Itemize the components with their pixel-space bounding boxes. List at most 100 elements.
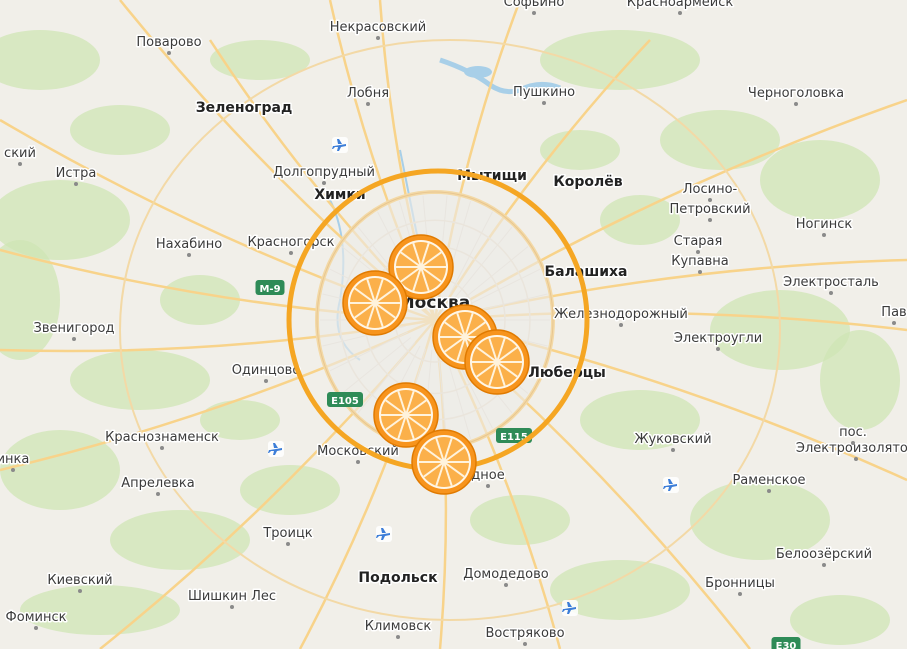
place-label: Апрелевка: [121, 476, 194, 491]
town-dot: [156, 492, 160, 496]
place-label: Красногорск: [247, 235, 334, 250]
town-dot: [716, 347, 720, 351]
airport-icon-zhukovsky[interactable]: [663, 477, 679, 493]
town-dot: [708, 198, 712, 202]
svg-text:M-9: M-9: [259, 284, 280, 295]
map-canvas[interactable]: M-9E105E115E30 Софьино КрасноармейскПовар…: [0, 0, 907, 649]
town-dot: [822, 563, 826, 567]
town-dot: [72, 337, 76, 341]
airport-icon-ostafyevo[interactable]: [376, 526, 392, 542]
place-label: Подольск: [358, 570, 438, 586]
orange-slice-marker[interactable]: [342, 270, 408, 336]
place-label: Жуковский: [634, 432, 711, 447]
place-label: Черноголовка: [748, 86, 844, 101]
town-dot: [18, 162, 22, 166]
town-dot: [286, 542, 290, 546]
place-label: инка: [0, 452, 29, 467]
place-label: Некрасовский: [330, 20, 427, 35]
place-label: Востряково: [485, 626, 564, 641]
town-dot: [167, 51, 171, 55]
place-label: ский: [4, 146, 36, 161]
airport-icon-sheremetyevo[interactable]: [332, 137, 348, 153]
place-label: Петровский: [669, 202, 750, 217]
town-dot: [822, 233, 826, 237]
place-label: Купавна: [671, 254, 729, 269]
town-dot: [698, 270, 702, 274]
town-dot: [892, 321, 896, 325]
town-dot: [678, 11, 682, 15]
place-label: Троицк: [262, 526, 312, 541]
town-dot: [366, 102, 370, 106]
place-label: пос.: [839, 425, 867, 440]
place-label: Королёв: [553, 174, 622, 190]
place-label: Пав: [881, 305, 906, 320]
town-dot: [708, 218, 712, 222]
place-label: Краснознаменск: [105, 430, 219, 445]
town-dot: [322, 181, 326, 185]
place-label: дное: [471, 468, 504, 483]
place-label: Фоминск: [6, 610, 67, 625]
place-label: Пушкино: [513, 85, 575, 100]
place-label: Железнодорожный: [554, 307, 688, 322]
place-label: Звенигород: [34, 321, 115, 336]
town-dot: [356, 460, 360, 464]
town-dot: [187, 253, 191, 257]
place-label: Домодедово: [463, 567, 548, 582]
town-dot: [619, 323, 623, 327]
place-label: Люберцы: [528, 365, 606, 381]
town-dot: [542, 101, 546, 105]
place-label: Электросталь: [783, 275, 879, 290]
place-label: Белоозёрский: [776, 547, 872, 562]
place-label: Лосино-: [683, 182, 738, 197]
place-label: Одинцово: [232, 363, 301, 378]
place-label: Долгопрудный: [273, 165, 375, 180]
town-dot: [851, 441, 855, 445]
orange-slice-marker[interactable]: [464, 329, 530, 395]
place-label: Старая: [674, 234, 723, 249]
town-dot: [376, 36, 380, 40]
town-dot: [264, 379, 268, 383]
town-dot: [671, 448, 675, 452]
place-label: Раменское: [732, 473, 805, 488]
airport-icon-domodedovo[interactable]: [562, 600, 578, 616]
town-dot: [11, 468, 15, 472]
town-dot: [696, 250, 700, 254]
town-dot: [230, 605, 234, 609]
highway-shield: M-9: [255, 280, 285, 295]
town-dot: [504, 583, 508, 587]
airport-icon-vnukovo[interactable]: [268, 441, 284, 457]
town-dot: [738, 592, 742, 596]
place-label: Шишкин Лес: [188, 589, 276, 604]
place-label: Бронницы: [705, 576, 775, 591]
orange-slice-marker[interactable]: [411, 429, 477, 495]
place-label: Нахабино: [156, 237, 222, 252]
town-dot: [532, 11, 536, 15]
town-dot: [74, 182, 78, 186]
place-label: Зеленоград: [196, 100, 293, 116]
place-label: Киевский: [47, 573, 112, 588]
place-label: Софьино: [504, 0, 565, 10]
place-label: Электроугли: [674, 331, 762, 346]
town-dot: [34, 626, 38, 630]
place-label: Лобня: [347, 86, 389, 101]
place-label: Поварово: [136, 35, 201, 50]
town-dot: [486, 484, 490, 488]
svg-text:E30: E30: [776, 641, 797, 649]
highway-shield: E30: [771, 637, 801, 649]
town-dot: [289, 251, 293, 255]
town-dot: [829, 291, 833, 295]
highway-shield: E105: [327, 392, 363, 407]
town-dot: [78, 589, 82, 593]
svg-text:E105: E105: [331, 396, 359, 407]
town-dot: [523, 642, 527, 646]
town-dot: [160, 446, 164, 450]
town-dot: [767, 489, 771, 493]
town-dot: [794, 102, 798, 106]
place-label: Красноармейск: [627, 0, 734, 10]
place-label: Климовск: [365, 619, 432, 634]
town-dot: [396, 635, 400, 639]
place-label: Ногинск: [796, 217, 853, 232]
town-dot: [854, 457, 858, 461]
place-label: Балашиха: [545, 264, 628, 280]
place-label: Истра: [56, 166, 97, 181]
